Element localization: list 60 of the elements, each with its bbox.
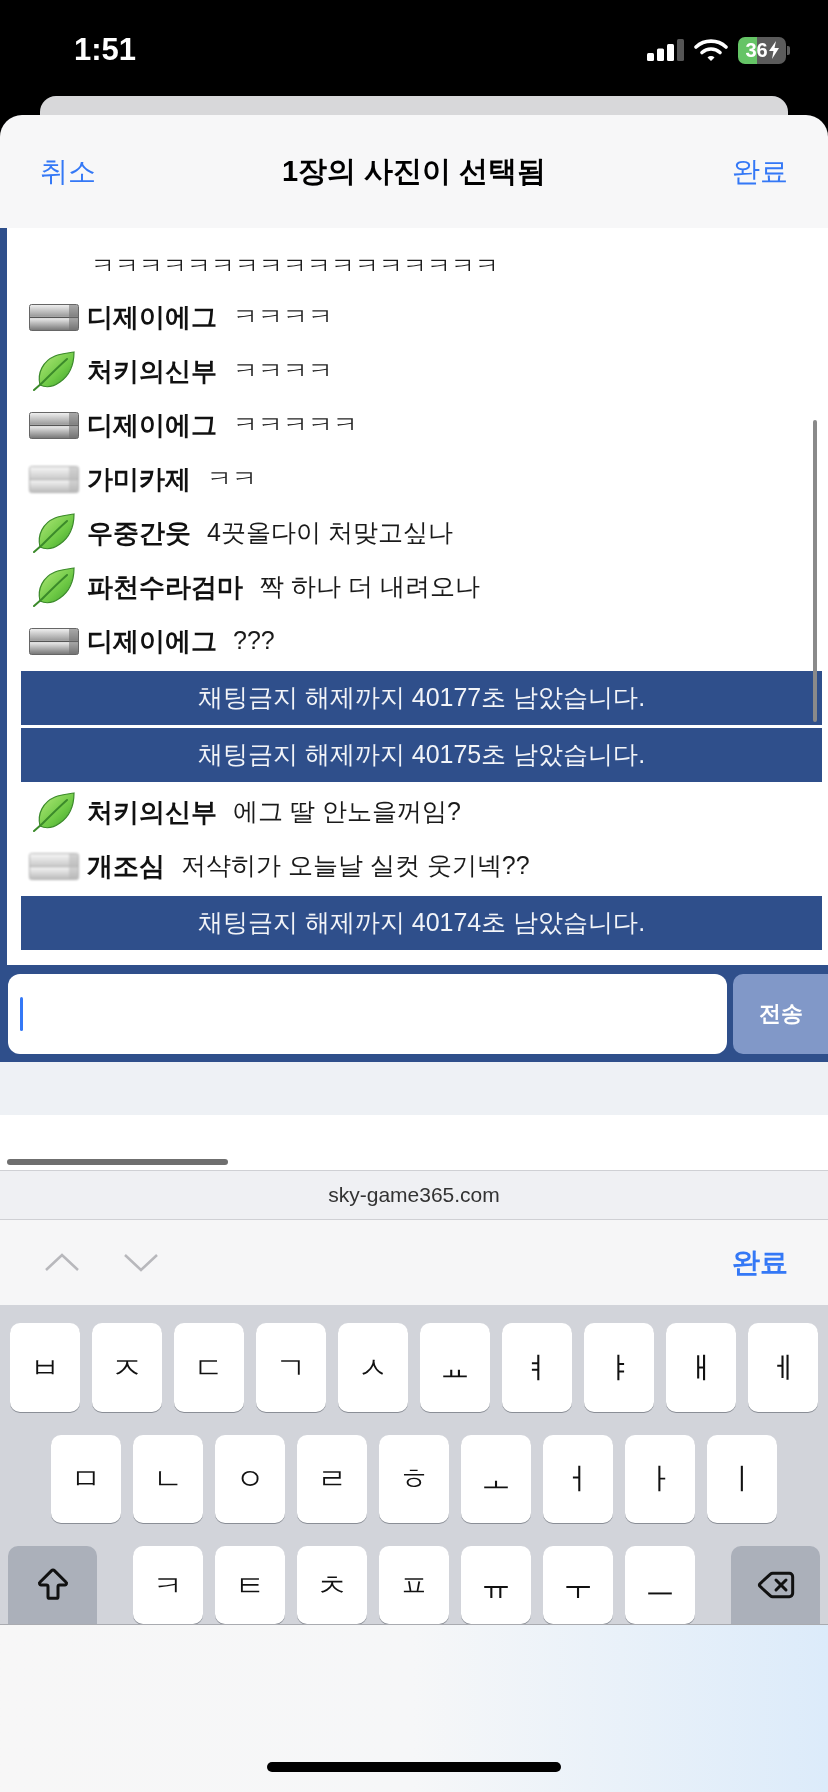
chat-input-field[interactable] [8, 973, 727, 1054]
keyboard-key[interactable]: ㅏ [625, 1434, 695, 1524]
signal-icon [647, 39, 684, 61]
status-time: 1:51 [74, 30, 137, 69]
url-text: sky-game365.com [328, 1182, 500, 1209]
done-button[interactable]: 완료 [668, 150, 788, 193]
keyboard-key[interactable]: ㅌ [215, 1546, 285, 1624]
notice-text: 채팅금지 해제까지 40177초 남았습니다. [197, 682, 646, 714]
username: 디제이에그 [87, 300, 217, 334]
keyboard-key[interactable]: ㄱ [256, 1323, 326, 1412]
username: 디제이에그 [87, 624, 217, 658]
message-text: 4끗올다이 처맞고싶나 [207, 517, 453, 549]
username: 우중간웃 [87, 516, 191, 550]
keyboard-key[interactable]: ㅂ [10, 1323, 80, 1412]
backspace-key[interactable] [731, 1546, 820, 1624]
username: 처키의신부 [87, 354, 217, 388]
keyboard-key[interactable]: ㅇ [215, 1434, 285, 1524]
bolt-icon [768, 41, 779, 59]
username: 디제이에그 [87, 408, 217, 442]
keyboard-key[interactable]: ㄹ [297, 1434, 367, 1524]
keyboard-key[interactable]: ㄷ [174, 1323, 244, 1412]
notice-text: 채팅금지 해제까지 40175초 남았습니다. [197, 739, 646, 771]
keyboard-key[interactable]: ㅋ [133, 1546, 203, 1624]
username: 파천수라검마 [87, 570, 243, 604]
message-text: ㅋㅋㅋㅋㅋ [233, 409, 358, 441]
keyboard-key[interactable]: ㅍ [379, 1546, 449, 1624]
keyboard-key[interactable]: ㅛ [420, 1323, 490, 1412]
keyboard-key[interactable]: ㅁ [51, 1434, 121, 1524]
message-text: 저샥히가 오늘날 실컷 웃기넥?? [181, 850, 530, 882]
sheet-title: 1장의 사진이 선택됨 [280, 153, 548, 189]
keyboard-key[interactable]: ㅐ [666, 1323, 736, 1412]
keyboard-key[interactable]: ㅗ [461, 1434, 531, 1524]
username: 개조심 [87, 849, 165, 883]
message-text: 짝 하나 더 내려오나 [259, 571, 480, 603]
notice-text: 채팅금지 해제까지 40174초 남았습니다. [197, 907, 646, 939]
message-text: ㅋㅋㅋㅋ [233, 355, 333, 387]
keyboard-key[interactable]: ㅈ [92, 1323, 162, 1412]
keyboard-key[interactable]: ㅣ [707, 1434, 777, 1524]
keyboard-key[interactable]: ㄴ [133, 1434, 203, 1524]
message-text: 에그 딸 안노을꺼임? [233, 796, 461, 828]
keyboard-done-button[interactable]: 완료 [732, 1241, 788, 1284]
keyboard-key[interactable]: ㅔ [748, 1323, 818, 1412]
keyboard-key[interactable]: ㅅ [338, 1323, 408, 1412]
message-text: ㅋㅋㅋㅋ [233, 301, 333, 333]
keyboard-key[interactable]: ㅊ [297, 1546, 367, 1624]
cancel-button[interactable]: 취소 [40, 150, 160, 193]
shift-key[interactable] [8, 1546, 97, 1624]
keyboard-key[interactable]: ㅡ [625, 1546, 695, 1624]
keyboard-key[interactable]: ㅕ [502, 1323, 572, 1412]
keyboard-key[interactable]: ㅠ [461, 1546, 531, 1624]
message-text: ㅋㅋㅋㅋㅋㅋㅋㅋㅋㅋㅋㅋㅋㅋㅋㅋㅋ [91, 251, 499, 281]
username: 가미카제 [87, 462, 191, 496]
keyboard-key[interactable]: ㅎ [379, 1434, 449, 1524]
keyboard-key[interactable]: ㅑ [584, 1323, 654, 1412]
wifi-icon [694, 38, 728, 62]
message-text: ㅋㅋ [207, 463, 257, 495]
username: 처키의신부 [87, 795, 217, 829]
keyboard-key[interactable]: ㅜ [543, 1546, 613, 1624]
message-text: ??? [233, 625, 275, 657]
keyboard-key[interactable]: ㅓ [543, 1434, 613, 1524]
